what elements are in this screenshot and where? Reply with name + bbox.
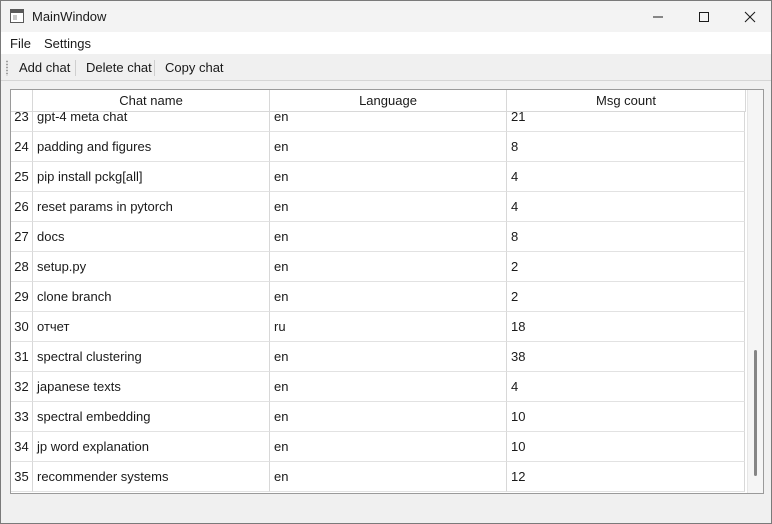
table-row[interactable]: 26 reset params in pytorch en 4 bbox=[11, 192, 746, 222]
cell-chat-name[interactable]: clone branch bbox=[33, 282, 270, 312]
cell-chat-name[interactable]: japanese texts bbox=[33, 372, 270, 402]
row-number-header[interactable]: 35 bbox=[11, 462, 33, 492]
toolbar-separator bbox=[154, 60, 155, 76]
copy-chat-button[interactable]: Copy chat bbox=[165, 60, 224, 75]
table-body: 23 gpt-4 meta chat en 21 24 padding and figur… bbox=[11, 102, 746, 492]
cell-chat-name[interactable]: docs bbox=[33, 222, 270, 252]
row-number-header[interactable]: 28 bbox=[11, 252, 33, 282]
row-number-header[interactable]: 29 bbox=[11, 282, 33, 312]
delete-chat-button[interactable]: Delete chat bbox=[86, 60, 152, 75]
row-number-header[interactable]: 27 bbox=[11, 222, 33, 252]
maximize-button[interactable] bbox=[681, 1, 727, 32]
main-window: MainWindow File Settings Add chat Delete… bbox=[0, 0, 772, 524]
cell-language[interactable]: en bbox=[270, 372, 507, 402]
toolbar: Add chat Delete chat Copy chat bbox=[1, 54, 771, 81]
close-button[interactable] bbox=[727, 1, 772, 32]
cell-language[interactable]: en bbox=[270, 432, 507, 462]
column-header-chat-name[interactable]: Chat name bbox=[33, 90, 270, 112]
table-row[interactable]: 24 padding and figures en 8 bbox=[11, 132, 746, 162]
cell-language[interactable]: en bbox=[270, 132, 507, 162]
row-number-header[interactable]: 31 bbox=[11, 342, 33, 372]
title-bar[interactable]: MainWindow bbox=[1, 1, 771, 32]
table-row[interactable]: 33 spectral embedding en 10 bbox=[11, 402, 746, 432]
cell-msg-count[interactable]: 4 bbox=[507, 162, 745, 192]
row-number-header[interactable]: 24 bbox=[11, 132, 33, 162]
minimize-icon bbox=[653, 16, 663, 17]
cell-chat-name[interactable]: pip install pckg[all] bbox=[33, 162, 270, 192]
cell-msg-count[interactable]: 2 bbox=[507, 252, 745, 282]
cell-msg-count[interactable]: 4 bbox=[507, 372, 745, 402]
cell-language[interactable]: en bbox=[270, 222, 507, 252]
app-window-icon bbox=[10, 9, 24, 23]
row-number-header[interactable]: 25 bbox=[11, 162, 33, 192]
table-corner-button[interactable] bbox=[11, 90, 33, 112]
add-chat-button[interactable]: Add chat bbox=[19, 60, 70, 75]
cell-chat-name[interactable]: spectral clustering bbox=[33, 342, 270, 372]
cell-chat-name[interactable]: reset params in pytorch bbox=[33, 192, 270, 222]
row-number-header[interactable]: 32 bbox=[11, 372, 33, 402]
column-header-msg-count[interactable]: Msg count bbox=[507, 90, 746, 112]
cell-msg-count[interactable]: 8 bbox=[507, 222, 745, 252]
cell-language[interactable]: en bbox=[270, 462, 507, 492]
cell-language[interactable]: en bbox=[270, 192, 507, 222]
table-row[interactable]: 30 отчет ru 18 bbox=[11, 312, 746, 342]
table-row[interactable]: 34 jp word explanation en 10 bbox=[11, 432, 746, 462]
window-title: MainWindow bbox=[32, 9, 107, 24]
cell-msg-count[interactable]: 38 bbox=[507, 342, 745, 372]
table-viewport: 23 gpt-4 meta chat en 21 24 padding and figur… bbox=[11, 90, 746, 493]
table-row[interactable]: 31 spectral clustering en 38 bbox=[11, 342, 746, 372]
column-header-language[interactable]: Language bbox=[270, 90, 507, 112]
maximize-icon bbox=[699, 11, 709, 22]
scrollbar-thumb[interactable] bbox=[754, 350, 757, 476]
cell-msg-count[interactable]: 2 bbox=[507, 282, 745, 312]
table-row[interactable]: 27 docs en 8 bbox=[11, 222, 746, 252]
row-number-header[interactable]: 30 bbox=[11, 312, 33, 342]
table-row[interactable]: 32 japanese texts en 4 bbox=[11, 372, 746, 402]
table-row[interactable]: 28 setup.py en 2 bbox=[11, 252, 746, 282]
cell-chat-name[interactable]: отчет bbox=[33, 312, 270, 342]
menu-bar: File Settings bbox=[1, 32, 771, 54]
cell-chat-name[interactable]: spectral embedding bbox=[33, 402, 270, 432]
menu-file[interactable]: File bbox=[10, 36, 31, 51]
menu-settings[interactable]: Settings bbox=[44, 36, 91, 51]
table-row[interactable]: 35 recommender systems en 12 bbox=[11, 462, 746, 492]
table-header: Chat name Language Msg count bbox=[11, 90, 746, 112]
row-number-header[interactable]: 33 bbox=[11, 402, 33, 432]
cell-language[interactable]: ru bbox=[270, 312, 507, 342]
toolbar-separator bbox=[75, 60, 76, 76]
cell-chat-name[interactable]: setup.py bbox=[33, 252, 270, 282]
cell-msg-count[interactable]: 10 bbox=[507, 432, 745, 462]
cell-msg-count[interactable]: 10 bbox=[507, 402, 745, 432]
row-number-header[interactable]: 26 bbox=[11, 192, 33, 222]
cell-msg-count[interactable]: 8 bbox=[507, 132, 745, 162]
table-row[interactable]: 25 pip install pckg[all] en 4 bbox=[11, 162, 746, 192]
cell-chat-name[interactable]: jp word explanation bbox=[33, 432, 270, 462]
minimize-button[interactable] bbox=[635, 1, 681, 32]
cell-language[interactable]: en bbox=[270, 342, 507, 372]
cell-language[interactable]: en bbox=[270, 252, 507, 282]
cell-chat-name[interactable]: recommender systems bbox=[33, 462, 270, 492]
cell-msg-count[interactable]: 18 bbox=[507, 312, 745, 342]
cell-language[interactable]: en bbox=[270, 282, 507, 312]
cell-chat-name[interactable]: padding and figures bbox=[33, 132, 270, 162]
close-icon bbox=[744, 11, 756, 22]
vertical-scrollbar[interactable] bbox=[747, 90, 763, 493]
chat-table: 23 gpt-4 meta chat en 21 24 padding and figur… bbox=[10, 89, 764, 494]
table-row[interactable]: 29 clone branch en 2 bbox=[11, 282, 746, 312]
cell-language[interactable]: en bbox=[270, 402, 507, 432]
cell-language[interactable]: en bbox=[270, 162, 507, 192]
cell-msg-count[interactable]: 12 bbox=[507, 462, 745, 492]
row-number-header[interactable]: 34 bbox=[11, 432, 33, 462]
toolbar-grip-handle[interactable] bbox=[6, 60, 8, 76]
cell-msg-count[interactable]: 4 bbox=[507, 192, 745, 222]
